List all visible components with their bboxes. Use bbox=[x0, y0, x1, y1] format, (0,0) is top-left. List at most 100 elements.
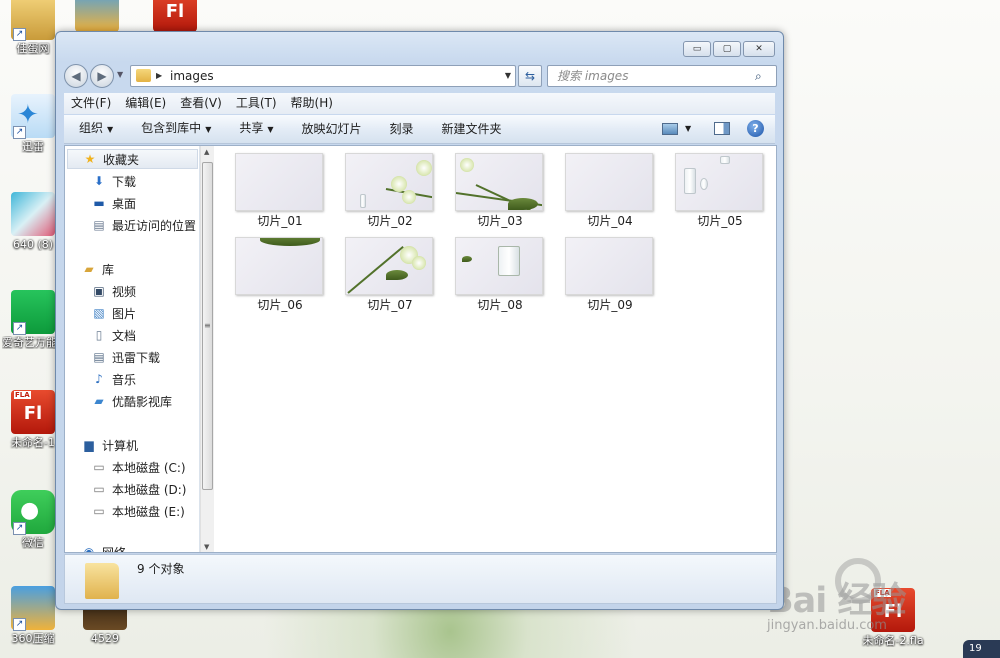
menu-help[interactable]: 帮助(H) bbox=[291, 93, 333, 114]
nav-libraries[interactable]: ▰ 库 bbox=[81, 259, 114, 279]
xunlei-bird-icon: ✦ ↗ bbox=[11, 94, 55, 139]
nav-youku-library[interactable]: ▰ 优酷影视库 bbox=[91, 391, 172, 411]
maximize-button[interactable]: ▢ bbox=[713, 41, 741, 57]
video-library-icon: ▣ bbox=[93, 284, 105, 298]
hard-drive-icon: ▭ bbox=[93, 460, 105, 474]
file-thumbnail bbox=[345, 153, 433, 211]
nav-documents[interactable]: ▯ 文档 bbox=[91, 325, 136, 345]
nav-music[interactable]: ♪ 音乐 bbox=[91, 369, 136, 389]
new-folder-button[interactable]: 新建文件夹 bbox=[442, 115, 502, 144]
menu-view[interactable]: 查看(V) bbox=[180, 93, 222, 114]
iqiyi-player-icon: ↗ bbox=[11, 290, 55, 335]
file-thumbnail bbox=[455, 153, 543, 211]
file-tile[interactable]: 切片_07 bbox=[335, 230, 445, 312]
nav-network[interactable]: ◉网络 bbox=[81, 542, 126, 552]
scroll-up-arrow-icon[interactable]: ▲ bbox=[204, 148, 209, 156]
wechat-icon: ● ↗ bbox=[11, 490, 55, 535]
file-tile[interactable]: 切片_05 bbox=[665, 146, 775, 228]
shortcut-arrow-icon: ↗ bbox=[13, 522, 26, 535]
back-button[interactable]: ◀ bbox=[64, 64, 88, 88]
nav-drive-c[interactable]: ▭ 本地磁盘 (C:) bbox=[91, 457, 185, 477]
music-note-icon: ♪ bbox=[95, 372, 103, 386]
view-mode-chevron-icon[interactable]: ▼ bbox=[685, 120, 691, 138]
refresh-icon: ⇆ bbox=[524, 69, 536, 83]
menu-file[interactable]: 文件(F) bbox=[71, 93, 111, 114]
nav-downloads[interactable]: ⬇ 下载 bbox=[91, 171, 136, 191]
file-tile[interactable]: 切片_02 bbox=[335, 146, 445, 228]
search-input[interactable] bbox=[547, 65, 777, 87]
forward-button[interactable]: ▶ bbox=[90, 64, 114, 88]
nav-scrollbar[interactable]: ▲ ≡ ▼ bbox=[200, 146, 214, 552]
preview-pane-icon[interactable] bbox=[714, 122, 730, 135]
breadcrumb-separator-icon[interactable]: ▶ bbox=[156, 68, 162, 84]
file-name: 切片_05 bbox=[697, 214, 743, 228]
shortcut-arrow-icon: ↗ bbox=[13, 126, 26, 139]
desktop-icon-fla-top[interactable]: FLAFl bbox=[144, 0, 206, 32]
view-mode-icon[interactable] bbox=[662, 123, 678, 135]
library-folder-icon: ▰ bbox=[84, 262, 94, 276]
back-arrow-icon: ◀ bbox=[71, 69, 81, 83]
nav-recent-places[interactable]: ▤ 最近访问的位置 bbox=[91, 215, 196, 235]
nav-videos[interactable]: ▣ 视频 bbox=[91, 281, 136, 301]
menu-edit[interactable]: 编辑(E) bbox=[125, 93, 166, 114]
share-button[interactable]: 共享 ▼ bbox=[239, 114, 273, 144]
help-icon[interactable]: ? bbox=[747, 120, 764, 137]
file-thumbnail bbox=[565, 153, 653, 211]
tray-clock[interactable]: 19 bbox=[963, 640, 1000, 658]
archive-icon: ↗ bbox=[11, 586, 55, 631]
refresh-button[interactable]: ⇆ bbox=[518, 65, 542, 87]
shortcut-arrow-icon: ↗ bbox=[13, 618, 26, 631]
menu-tools[interactable]: 工具(T) bbox=[236, 93, 277, 114]
file-name: 切片_06 bbox=[257, 298, 303, 312]
desktop-icon-archive-top[interactable] bbox=[66, 0, 128, 32]
close-button[interactable]: ✕ bbox=[743, 41, 775, 57]
shortcut-arrow-icon: ↗ bbox=[13, 28, 26, 41]
chevron-down-icon: ▼ bbox=[267, 125, 274, 134]
nav-drive-d[interactable]: ▭ 本地磁盘 (D:) bbox=[91, 479, 186, 499]
file-list: 切片_01 切片_02 切片_03 切片_04 切片_05 切片_06 切片_0… bbox=[225, 146, 776, 552]
file-tile[interactable]: 切片_09 bbox=[555, 230, 665, 312]
explorer-window: ▭ ▢ ✕ ◀ ▶ ▼ ▶ images ▼ ⇆ ⌕ 文件(F) 编辑(E) 查… bbox=[55, 31, 784, 610]
address-bar[interactable]: ▶ images ▼ bbox=[130, 65, 516, 87]
computer-icon: ▆ bbox=[84, 438, 94, 452]
scroll-down-arrow-icon[interactable]: ▼ bbox=[204, 543, 209, 551]
file-name: 切片_03 bbox=[477, 214, 523, 228]
nav-desktop[interactable]: ▬ 桌面 bbox=[91, 193, 136, 213]
file-name: 切片_07 bbox=[367, 298, 413, 312]
folder-icon bbox=[136, 69, 151, 82]
archive-icon bbox=[75, 0, 119, 32]
address-path[interactable]: images bbox=[170, 69, 214, 84]
folder-icon bbox=[85, 563, 119, 599]
burn-button[interactable]: 刻录 bbox=[390, 115, 414, 144]
address-dropdown-icon[interactable]: ▼ bbox=[505, 68, 511, 84]
watermark-url: jingyan.baidu.com bbox=[767, 618, 887, 633]
recent-pages-chevron-icon[interactable]: ▼ bbox=[117, 70, 123, 79]
baidu-jingyan-watermark: Bai 经验 jingyan.baidu.com bbox=[767, 558, 957, 640]
nav-pictures[interactable]: ▧ 图片 bbox=[91, 303, 136, 323]
nav-computer[interactable]: ▆ 计算机 bbox=[81, 435, 138, 455]
forward-arrow-icon: ▶ bbox=[97, 69, 107, 83]
file-thumbnail bbox=[345, 237, 433, 295]
file-tile[interactable]: 切片_03 bbox=[445, 146, 555, 228]
search-icon[interactable]: ⌕ bbox=[755, 68, 762, 84]
image-thumbnail-icon bbox=[11, 192, 55, 236]
file-tile[interactable]: 切片_06 bbox=[225, 230, 335, 312]
chevron-down-icon: ▼ bbox=[107, 125, 114, 134]
file-tile[interactable]: 切片_01 bbox=[225, 146, 335, 228]
nav-xunlei-downloads[interactable]: ▤ 迅雷下载 bbox=[91, 347, 160, 367]
nav-drive-e[interactable]: ▭ 本地磁盘 (E:) bbox=[91, 501, 184, 521]
organize-button[interactable]: 组织 ▼ bbox=[79, 114, 113, 144]
details-pane: 9 个对象 bbox=[64, 554, 777, 604]
file-tile[interactable]: 切片_04 bbox=[555, 146, 665, 228]
chevron-down-icon: ▼ bbox=[205, 125, 212, 134]
youku-library-icon: ▰ bbox=[94, 394, 104, 408]
flash-file-icon: FLAFl bbox=[11, 390, 55, 434]
nav-favorites[interactable]: ★ 收藏夹 bbox=[67, 149, 198, 169]
slideshow-button[interactable]: 放映幻灯片 bbox=[302, 115, 362, 144]
minimize-button[interactable]: ▭ bbox=[683, 41, 711, 57]
file-tile[interactable]: 切片_08 bbox=[445, 230, 555, 312]
file-thumbnail bbox=[455, 237, 543, 295]
download-folder-icon: ⬇ bbox=[93, 174, 105, 188]
desktop-icon: ▬ bbox=[93, 196, 105, 210]
include-in-library-button[interactable]: 包含到库中 ▼ bbox=[141, 114, 211, 144]
